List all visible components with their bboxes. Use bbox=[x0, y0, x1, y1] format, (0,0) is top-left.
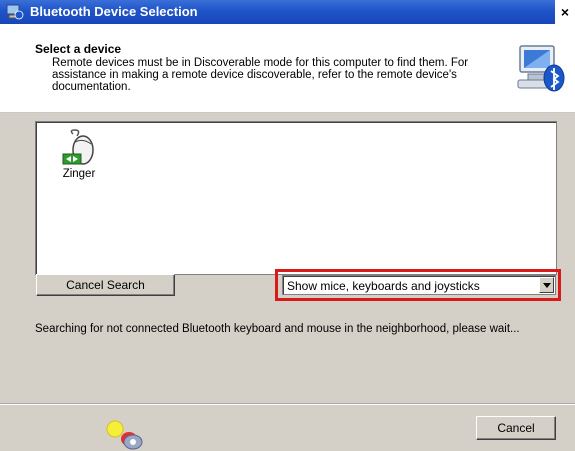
dialog-body: Zinger Cancel Search Show mice, keyboard… bbox=[0, 113, 575, 451]
searching-animation-icon bbox=[106, 420, 143, 450]
separator bbox=[0, 403, 575, 405]
chevron-down-icon bbox=[543, 283, 551, 288]
bluetooth-mouse-icon bbox=[62, 129, 94, 165]
list-item-device[interactable]: Zinger bbox=[54, 128, 104, 188]
bluetooth-computer-icon bbox=[517, 45, 565, 92]
header-title: Select a device bbox=[35, 42, 122, 56]
window-title: Bluetooth Device Selection bbox=[30, 4, 198, 19]
dropdown-arrow-button[interactable] bbox=[539, 277, 554, 293]
device-filter-select[interactable]: Show mice, keyboards and joysticks bbox=[282, 275, 556, 295]
close-button[interactable]: × bbox=[555, 0, 575, 24]
device-list[interactable]: Zinger bbox=[35, 121, 557, 275]
header-panel: Select a device Remote devices must be i… bbox=[0, 24, 575, 113]
header-description: Remote devices must be in Discoverable m… bbox=[52, 57, 469, 93]
title-bar: Bluetooth Device Selection × bbox=[0, 0, 575, 24]
cancel-search-button[interactable]: Cancel Search bbox=[36, 274, 175, 296]
device-label: Zinger bbox=[62, 168, 96, 180]
device-filter-value: Show mice, keyboards and joysticks bbox=[287, 279, 480, 293]
status-text: Searching for not connected Bluetooth ke… bbox=[35, 323, 520, 335]
cancel-button[interactable]: Cancel bbox=[476, 416, 556, 440]
bluetooth-app-icon bbox=[6, 4, 24, 20]
